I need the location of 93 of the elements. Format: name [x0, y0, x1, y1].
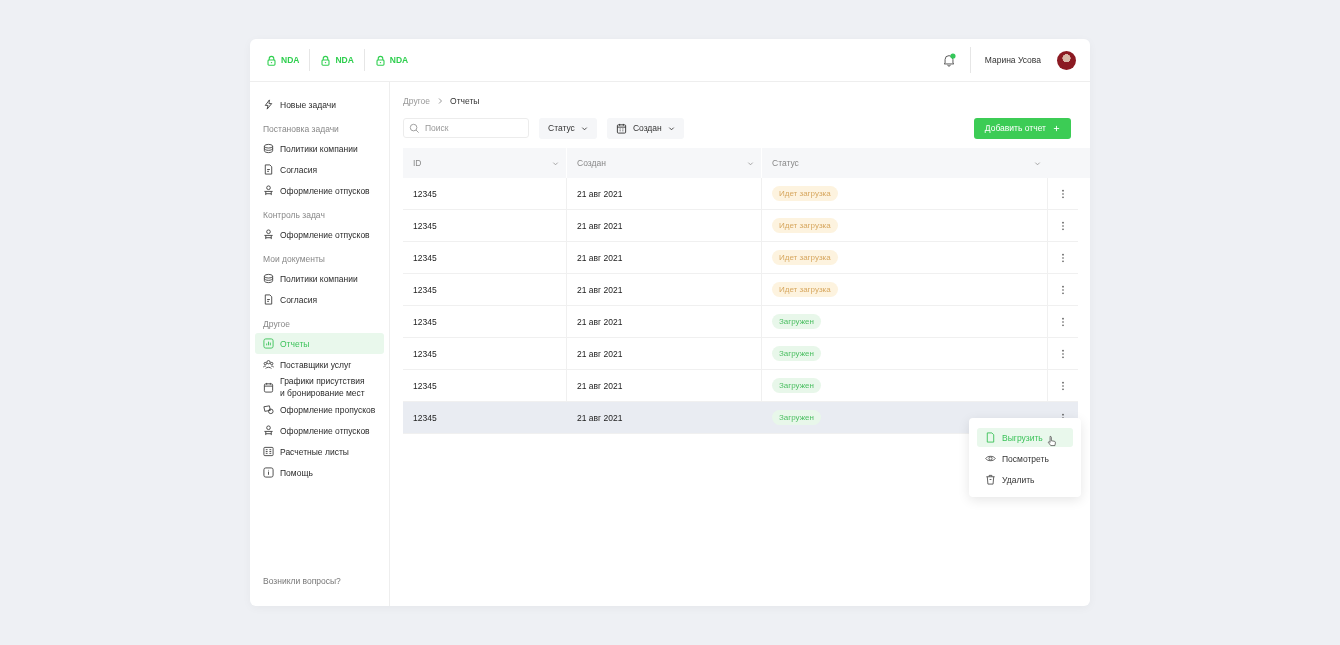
- sidebar-item[interactable]: Поставщики услуг: [255, 354, 384, 375]
- more-icon[interactable]: [1061, 380, 1065, 391]
- more-icon[interactable]: [1061, 316, 1065, 327]
- pointer-cursor-icon: [1047, 435, 1057, 447]
- lock-icon: [266, 54, 277, 66]
- status-filter[interactable]: Статус: [539, 117, 597, 139]
- column-header[interactable]: Создан: [567, 148, 762, 178]
- info-icon: [263, 467, 274, 478]
- user-name: Марина Усова: [984, 55, 1041, 65]
- trash-icon: [985, 474, 996, 485]
- lock-icon: [320, 54, 332, 66]
- id-cell: 12345: [413, 220, 437, 231]
- chevron-right-icon: [436, 97, 444, 105]
- status-badge: Загружен: [772, 314, 821, 329]
- sidebar-item[interactable]: Расчетные листы: [255, 441, 384, 462]
- sidebar-item[interactable]: Оформление отпусков: [255, 224, 384, 245]
- table-row[interactable]: 12345 21 авг 2021 Идет загрузка: [403, 178, 1078, 210]
- status-badge: Идет загрузка: [772, 250, 838, 265]
- more-icon[interactable]: [1061, 284, 1065, 295]
- more-icon[interactable]: [1061, 220, 1065, 231]
- sidebar-item[interactable]: Оформление отпусков: [255, 180, 384, 201]
- breadcrumb-current: Отчеты: [450, 96, 480, 106]
- id-cell: 12345: [413, 316, 437, 327]
- date-cell: 21 авг 2021: [577, 252, 623, 263]
- calendar-icon: [615, 122, 627, 134]
- database-icon: [263, 143, 274, 154]
- date-cell: 21 авг 2021: [577, 284, 623, 295]
- menu-item[interactable]: Посмотреть: [977, 449, 1073, 468]
- help-link[interactable]: Возникли вопросы?: [255, 576, 384, 586]
- table-row[interactable]: 12345 21 авг 2021 Идет загрузка: [403, 210, 1078, 242]
- date-cell: 21 авг 2021: [577, 220, 623, 231]
- plus-icon: [1053, 124, 1060, 132]
- sort-caret-icon: [747, 159, 754, 167]
- date-cell: 21 авг 2021: [577, 316, 623, 327]
- date-cell: 21 авг 2021: [577, 380, 623, 391]
- status-badge: Загружен: [772, 378, 821, 393]
- table-row[interactable]: 12345 21 авг 2021 Идет загрузка: [403, 242, 1078, 274]
- sidebar-item[interactable]: Оформление пропусков: [255, 399, 384, 420]
- sidebar-item[interactable]: Политики компании: [255, 268, 384, 289]
- users-icon: [263, 359, 274, 370]
- id-cell: 12345: [413, 380, 437, 391]
- status-badge: Загружен: [772, 410, 821, 425]
- sidebar-item[interactable]: Новые задачи: [255, 94, 384, 115]
- lock-icon: [374, 54, 386, 66]
- id-cell: 12345: [413, 412, 437, 423]
- id-cell: 12345: [413, 284, 437, 295]
- sidebar-item[interactable]: Согласия: [255, 289, 384, 310]
- document-icon: [263, 294, 274, 305]
- status-badge: Идет загрузка: [772, 218, 838, 233]
- date-filter[interactable]: Создан: [606, 117, 684, 139]
- sidebar-heading: Постановка задачи: [262, 123, 340, 136]
- caret-icon: [580, 124, 588, 132]
- document-icon: [985, 432, 996, 443]
- notification-bell-icon[interactable]: [941, 53, 956, 67]
- sidebar-item[interactable]: Помощь: [255, 462, 384, 483]
- sidebar-heading: Мои документы: [262, 253, 326, 266]
- column-header[interactable]: Статус: [762, 148, 1048, 178]
- more-icon[interactable]: [1061, 252, 1065, 263]
- sidebar-heading: Контроль задач: [262, 209, 326, 222]
- date-cell: 21 авг 2021: [577, 348, 623, 359]
- status-badge: Идет загрузка: [772, 186, 838, 201]
- sidebar-item[interactable]: Графики присутствия и бронирование мест: [255, 375, 384, 399]
- column-header[interactable]: ID: [403, 148, 567, 178]
- status-badge: Идет загрузка: [772, 282, 838, 297]
- id-cell: 12345: [413, 188, 437, 199]
- search-field[interactable]: Поиск: [403, 118, 529, 138]
- more-icon[interactable]: [1061, 348, 1065, 359]
- sidebar-item[interactable]: Политики компании: [255, 138, 384, 159]
- date-cell: 21 авг 2021: [577, 188, 623, 199]
- table-row[interactable]: 12345 21 авг 2021 Идет загрузка: [403, 274, 1078, 306]
- sidebar-heading: Другое: [262, 318, 291, 331]
- sort-caret-icon: [552, 159, 559, 167]
- sidebar-item[interactable]: Согласия: [255, 159, 384, 180]
- sidebar-item[interactable]: Оформление отпусков: [255, 420, 384, 441]
- database-icon: [263, 273, 274, 284]
- document-icon: [263, 164, 274, 175]
- list-icon: [263, 446, 274, 457]
- table-row[interactable]: 12345 21 авг 2021 Загружен: [403, 338, 1078, 370]
- lightning-icon: [263, 99, 274, 110]
- table-row[interactable]: 12345 21 авг 2021 Загружен: [403, 402, 1078, 434]
- user-avatar[interactable]: [1057, 50, 1076, 70]
- date-cell: 21 авг 2021: [577, 412, 623, 423]
- table-row[interactable]: 12345 21 авг 2021 Загружен: [403, 306, 1078, 338]
- caret-icon: [667, 124, 675, 132]
- menu-item[interactable]: Удалить: [977, 470, 1073, 489]
- eye-icon: [985, 453, 996, 464]
- status-badge: Загружен: [772, 346, 821, 361]
- chart-icon: [263, 338, 274, 349]
- more-icon[interactable]: [1061, 188, 1065, 199]
- calendar-icon: [263, 381, 274, 393]
- id-cell: 12345: [413, 252, 437, 263]
- id-cell: 12345: [413, 348, 437, 359]
- sort-caret-icon: [1034, 159, 1041, 167]
